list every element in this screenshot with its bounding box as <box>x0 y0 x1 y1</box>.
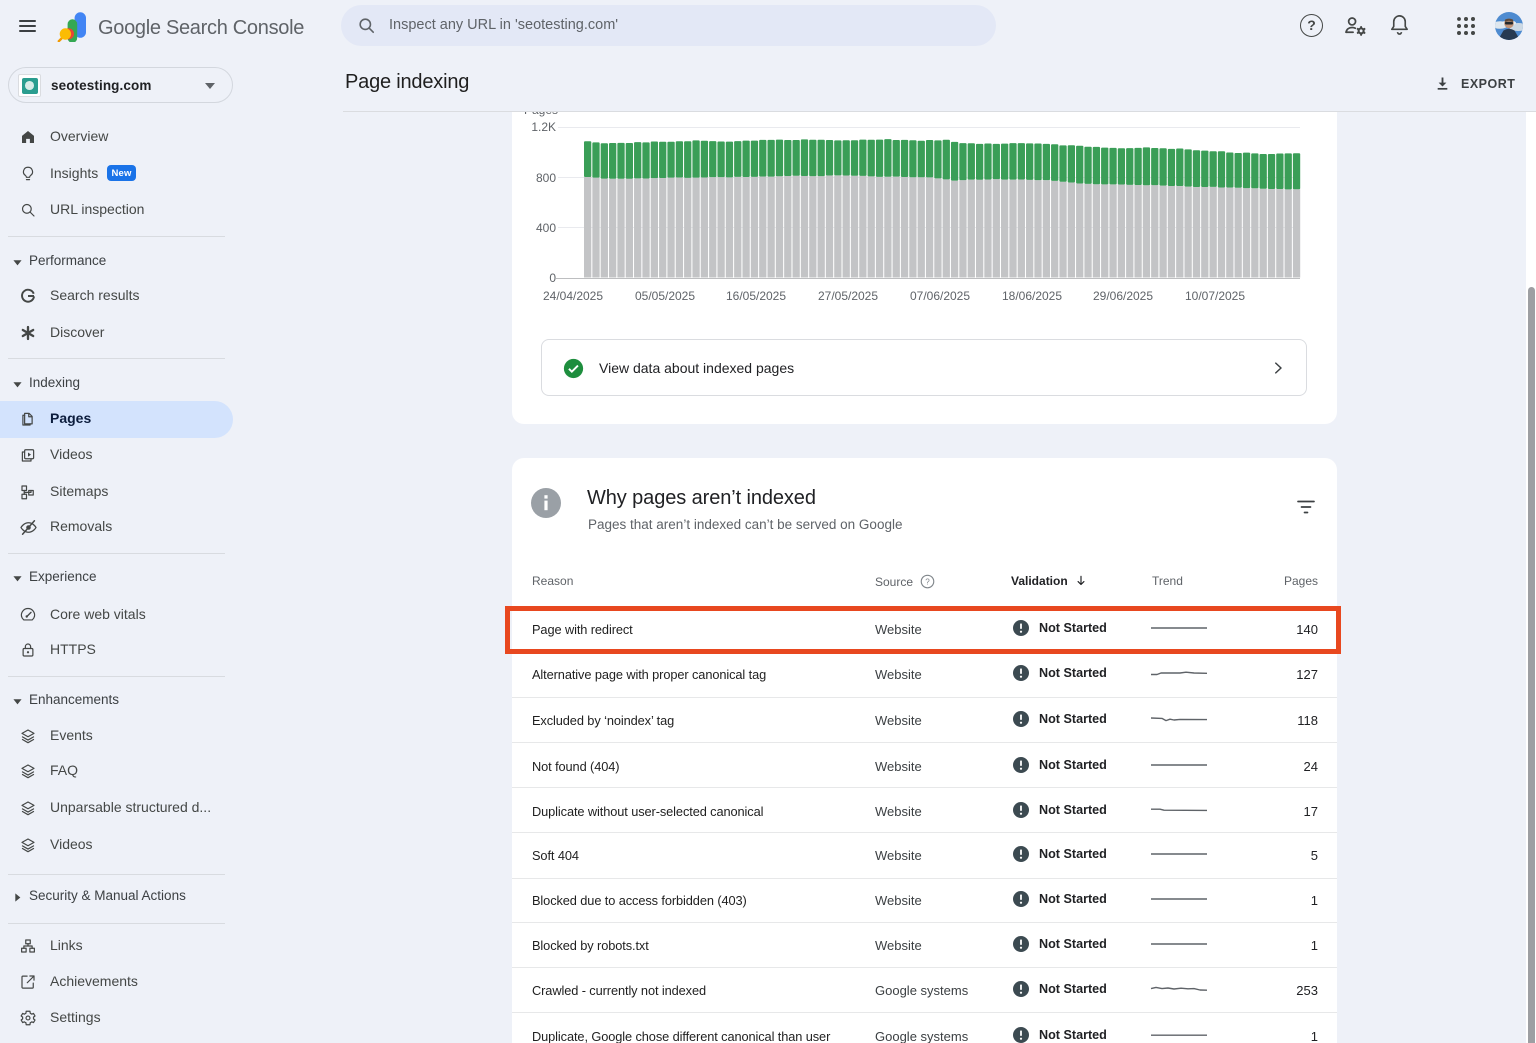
svg-text:?: ? <box>925 577 930 586</box>
